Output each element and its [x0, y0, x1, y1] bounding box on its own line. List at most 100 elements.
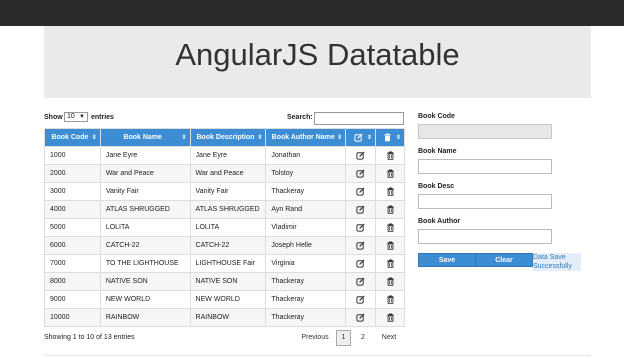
show-label: Show: [44, 114, 63, 121]
cell-book-author: Virginia: [265, 254, 347, 273]
cell-book-name: CATCH-22: [99, 236, 191, 255]
table-body: 1000 Jane Eyre Jane Eyre Jonathan 2000 War an…: [44, 146, 405, 327]
search-input[interactable]: [314, 112, 404, 125]
trash-icon: [384, 133, 391, 142]
table-row: 3000 Vanity Fair Vanity Fair Thackeray: [44, 182, 405, 201]
book-name-label: Book Name: [418, 148, 457, 155]
cell-book-code: 5000: [44, 218, 101, 237]
cell-book-author: Jonathan: [265, 146, 347, 165]
column-header-book-description[interactable]: Book Description ⬍: [189, 128, 267, 147]
cell-book-name: LOLITA: [99, 218, 191, 237]
book-desc-field[interactable]: [418, 194, 552, 209]
table-row: 6000 CATCH-22 CATCH-22 Joseph Helle: [44, 236, 405, 255]
cell-book-code: 8000: [44, 272, 101, 291]
clear-button[interactable]: Clear: [475, 253, 533, 267]
pagination-page-2[interactable]: 2: [356, 330, 370, 346]
table-row: 9000 NEW WORLD NEW WORLD Thackeray: [44, 290, 405, 309]
trash-icon: [386, 169, 394, 178]
column-label: Book Description: [196, 134, 255, 141]
delete-button[interactable]: [375, 290, 405, 309]
sort-icon: ⬍: [367, 135, 373, 141]
edit-button[interactable]: [345, 164, 377, 183]
pagination-previous[interactable]: Previous: [296, 330, 334, 346]
page-title: AngularJS Datatable: [175, 37, 460, 72]
trash-icon: [386, 151, 394, 160]
column-header-edit[interactable]: ⬍: [345, 128, 377, 147]
book-code-field[interactable]: [418, 124, 552, 139]
save-button[interactable]: Save: [418, 253, 476, 267]
column-label: Book Name: [123, 134, 162, 141]
trash-icon: [386, 187, 394, 196]
cell-book-code: 3000: [44, 182, 101, 201]
edit-button[interactable]: [345, 146, 377, 165]
delete-button[interactable]: [375, 182, 405, 201]
table-row: 5000 LOLITA LOLITA Vladimir: [44, 218, 405, 237]
edit-icon: [356, 187, 365, 196]
table-controls: Show 10 ▼ entries Search:: [44, 112, 404, 126]
delete-button[interactable]: [375, 146, 405, 165]
pagination-next[interactable]: Next: [376, 330, 402, 346]
pagination-page-1[interactable]: 1: [336, 330, 351, 346]
delete-button[interactable]: [375, 308, 405, 327]
search-label: Search:: [287, 114, 313, 121]
edit-icon: [356, 151, 365, 160]
edit-button[interactable]: [345, 290, 377, 309]
delete-button[interactable]: [375, 200, 405, 219]
sort-icon: ⬍: [337, 135, 343, 141]
delete-button[interactable]: [375, 254, 405, 273]
table-info: Showing 1 to 10 of 13 entries: [44, 334, 135, 341]
table-row: 8000 NATIVE SON NATIVE SON Thackeray: [44, 272, 405, 291]
cell-book-code: 7000: [44, 254, 101, 273]
cell-book-name: NEW WORLD: [99, 290, 191, 309]
cell-book-name: RAINBOW: [99, 308, 191, 327]
column-header-book-code[interactable]: Book Code ⬍: [44, 128, 101, 147]
cell-book-name: War and Peace: [99, 164, 191, 183]
column-header-delete[interactable]: ⬍: [375, 128, 405, 147]
table-header-row: Book Code ⬍ Book Name ⬍ Book Description…: [44, 128, 405, 147]
cell-book-description: War and Peace: [189, 164, 267, 183]
cell-book-name: Jane Eyre: [99, 146, 191, 165]
cell-book-code: 10000: [44, 308, 101, 327]
cell-book-code: 9000: [44, 290, 101, 309]
cell-book-author: Ayn Rand: [265, 200, 347, 219]
cell-book-name: ATLAS SHRUGGED: [99, 200, 191, 219]
book-name-field[interactable]: [418, 159, 552, 174]
cell-book-description: NEW WORLD: [189, 290, 267, 309]
edit-button[interactable]: [345, 254, 377, 273]
edit-button[interactable]: [345, 218, 377, 237]
cell-book-author: Thackeray: [265, 290, 347, 309]
divider: [44, 355, 591, 356]
edit-icon: [356, 169, 365, 178]
cell-book-code: 2000: [44, 164, 101, 183]
trash-icon: [386, 295, 394, 304]
entries-label: entries: [91, 114, 114, 121]
book-desc-label: Book Desc: [418, 183, 455, 190]
cell-book-name: Vanity Fair: [99, 182, 191, 201]
edit-icon: [356, 313, 365, 322]
cell-book-author: Vladimir: [265, 218, 347, 237]
cell-book-code: 6000: [44, 236, 101, 255]
delete-button[interactable]: [375, 218, 405, 237]
edit-icon: [356, 259, 365, 268]
column-header-book-name[interactable]: Book Name ⬍: [99, 128, 191, 147]
delete-button[interactable]: [375, 236, 405, 255]
page-size-select[interactable]: 10 ▼: [64, 112, 88, 122]
edit-button[interactable]: [345, 182, 377, 201]
edit-icon: [356, 277, 365, 286]
edit-button[interactable]: [345, 236, 377, 255]
trash-icon: [386, 313, 394, 322]
cell-book-author: Tolstoy: [265, 164, 347, 183]
edit-button[interactable]: [345, 272, 377, 291]
edit-button[interactable]: [345, 308, 377, 327]
delete-button[interactable]: [375, 164, 405, 183]
top-navbar: [0, 0, 624, 26]
delete-button[interactable]: [375, 272, 405, 291]
edit-button[interactable]: [345, 200, 377, 219]
column-header-book-author[interactable]: Book Author Name ⬍: [265, 128, 347, 147]
table-row: 10000 RAINBOW RAINBOW Thackeray: [44, 308, 405, 327]
books-table: Book Code ⬍ Book Name ⬍ Book Description…: [44, 128, 405, 327]
column-label: Book Code: [51, 134, 89, 141]
book-author-field[interactable]: [418, 229, 552, 244]
cell-book-description: CATCH-22: [189, 236, 267, 255]
cell-book-description: ATLAS SHRUGGED: [189, 200, 267, 219]
